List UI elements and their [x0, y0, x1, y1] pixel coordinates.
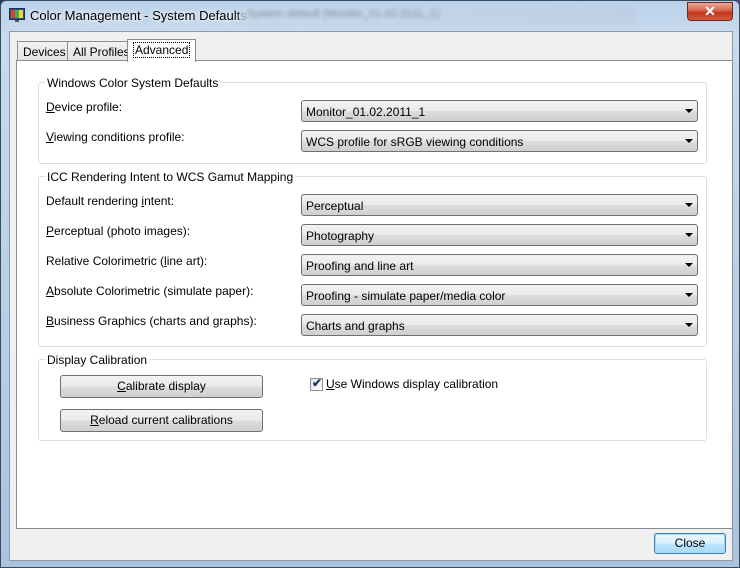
- perceptual-dropdown[interactable]: Photography: [301, 224, 698, 246]
- dialog-client-area: Devices All Profiles Advanced Windows Co…: [9, 31, 733, 561]
- default-rendering-intent-dropdown[interactable]: Perceptual: [301, 194, 698, 216]
- default-rendering-intent-value: Perceptual: [306, 199, 364, 213]
- device-profile-value: Monitor_01.02.2011_1: [306, 105, 426, 119]
- dropdown-arrow-icon: [685, 109, 693, 113]
- blurred-background-title: System default (Monitor_01.02.2011_1): [239, 6, 635, 24]
- viewing-conditions-dropdown[interactable]: WCS profile for sRGB viewing conditions: [301, 130, 698, 152]
- business-graphics-label: Business Graphics (charts and graphs):: [46, 314, 257, 328]
- dropdown-arrow-icon: [685, 323, 693, 327]
- close-button-label: Close: [674, 536, 706, 550]
- close-window-button[interactable]: ✕: [687, 2, 733, 21]
- tab-advanced[interactable]: Advanced: [127, 39, 197, 62]
- dropdown-arrow-icon: [685, 233, 693, 237]
- absolute-colorimetric-label: Absolute Colorimetric (simulate paper):: [46, 284, 254, 298]
- device-profile-label: Device profile:: [46, 100, 123, 114]
- reload-calibrations-button[interactable]: Reload current calibrations: [60, 409, 263, 432]
- tab-all-profiles-label: All Profiles: [73, 45, 130, 59]
- tab-advanced-label: Advanced: [133, 42, 191, 58]
- dropdown-arrow-icon: [685, 293, 693, 297]
- icc-mapping-group-title: ICC Rendering Intent to WCS Gamut Mappin…: [45, 170, 296, 184]
- default-rendering-intent-label: Default rendering intent:: [46, 194, 175, 208]
- perceptual-label: Perceptual (photo images):: [46, 224, 191, 238]
- tab-devices-label: Devices: [23, 45, 66, 59]
- dropdown-arrow-icon: [685, 263, 693, 267]
- use-windows-calibration-checkbox[interactable]: ✔: [310, 376, 323, 391]
- device-profile-dropdown[interactable]: Monitor_01.02.2011_1: [301, 100, 698, 122]
- relative-colorimetric-dropdown[interactable]: Proofing and line art: [301, 254, 698, 276]
- advanced-tab-panel: Windows Color System Defaults Device pro…: [16, 60, 733, 529]
- close-icon: ✕: [704, 3, 716, 19]
- viewing-conditions-label: Viewing conditions profile:: [46, 130, 185, 144]
- window-title: Color Management - System Defaults: [30, 8, 247, 23]
- viewing-conditions-value: WCS profile for sRGB viewing conditions: [306, 135, 524, 149]
- color-management-icon: [9, 8, 25, 22]
- dropdown-arrow-icon: [685, 203, 693, 207]
- title-bar[interactable]: Color Management - System Defaults Syste…: [1, 1, 740, 31]
- display-calibration-group-title: Display Calibration: [45, 353, 150, 367]
- business-graphics-value: Charts and graphs: [306, 319, 405, 333]
- calibrate-display-button[interactable]: Calibrate display: [60, 375, 263, 398]
- absolute-colorimetric-dropdown[interactable]: Proofing - simulate paper/media color: [301, 284, 698, 306]
- absolute-colorimetric-value: Proofing - simulate paper/media color: [306, 289, 506, 303]
- tab-devices[interactable]: Devices: [17, 41, 72, 61]
- wcs-defaults-group-title: Windows Color System Defaults: [45, 76, 221, 90]
- window: Color Management - System Defaults Syste…: [0, 0, 740, 568]
- close-button[interactable]: Close: [654, 533, 726, 554]
- use-windows-calibration-label[interactable]: Use Windows display calibration: [326, 377, 498, 391]
- checkmark-icon: ✔: [312, 376, 323, 390]
- dropdown-arrow-icon: [685, 139, 693, 143]
- tab-all-profiles[interactable]: All Profiles: [67, 41, 136, 61]
- blurred-title-text: System default (Monitor_01.02.2011_1): [247, 8, 440, 20]
- perceptual-value: Photography: [306, 229, 375, 243]
- relative-colorimetric-value: Proofing and line art: [306, 259, 414, 273]
- relative-colorimetric-label: Relative Colorimetric (line art):: [46, 254, 208, 268]
- business-graphics-dropdown[interactable]: Charts and graphs: [301, 314, 698, 336]
